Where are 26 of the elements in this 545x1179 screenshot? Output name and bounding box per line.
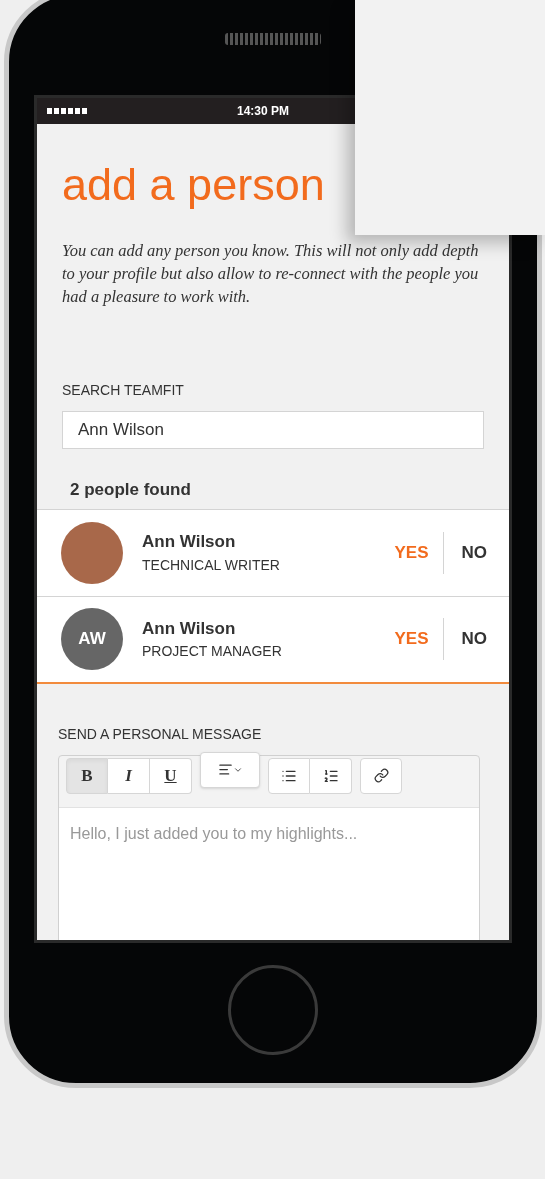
bold-button[interactable]: B [66,757,108,794]
link-icon [373,768,389,783]
avatar-initials: AW [61,608,123,670]
results-count: 2 people found [70,479,192,501]
status-time: 14:30 PM [237,103,290,120]
search-field[interactable]: Ann Wilson [62,411,484,449]
link-button[interactable] [360,757,402,794]
italic-button[interactable]: I [108,757,150,794]
message-label: SEND A PERSONAL MESSAGE [58,724,263,744]
align-icon [217,762,233,777]
person-role: PROJECT MANAGER [142,642,283,662]
underline-button[interactable]: U [150,757,192,794]
numbered-list-icon [322,767,339,784]
no-button[interactable]: NO [443,626,487,652]
person-name: Ann Wilson [142,531,237,554]
numbered-list-button[interactable] [310,757,352,794]
search-label: SEARCH TEAMFIT [62,381,185,400]
person-name: Ann Wilson [142,617,237,640]
signal-icon [47,108,87,114]
bullet-list-button[interactable] [268,757,310,794]
message-field[interactable]: Hello, I just added you to my highlights... [59,807,479,940]
no-button[interactable]: NO [443,539,487,566]
description-text: You can add any person you know. This will not only add depth to your profile but also allow to re-connect with the people you had a pleasure to work with. [62,240,480,308]
page-title: add a person [62,162,326,207]
align-button[interactable] [200,751,260,788]
person-role: TECHNICAL WRITER [142,555,281,575]
